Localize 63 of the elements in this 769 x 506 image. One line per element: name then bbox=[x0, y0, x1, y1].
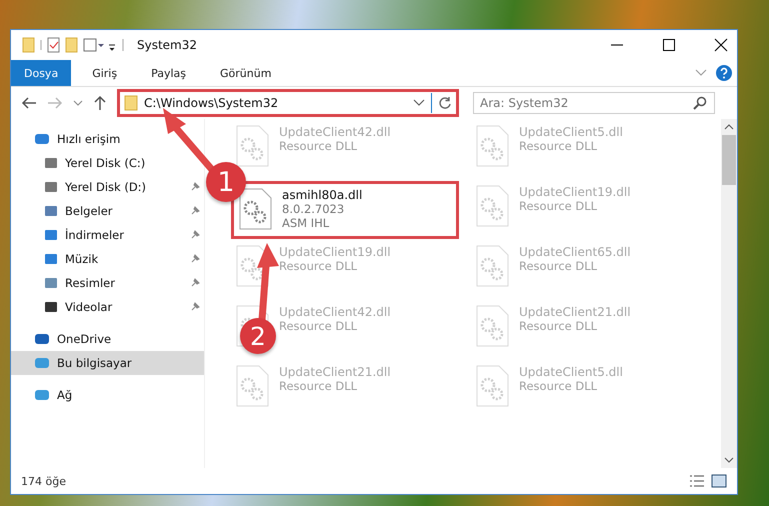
recent-locations-caret-icon[interactable] bbox=[73, 99, 83, 107]
dll-file-icon bbox=[475, 125, 509, 167]
close-icon[interactable] bbox=[713, 37, 729, 53]
sidebar-item[interactable]: Müzik bbox=[11, 247, 204, 271]
file-detail: Resource DLL bbox=[279, 379, 358, 393]
dll-file-icon bbox=[235, 125, 269, 167]
address-path: C:\Windows\System32 bbox=[144, 96, 280, 110]
sidebar-item[interactable]: Yerel Disk (C:) bbox=[11, 151, 204, 175]
window-title: System32 bbox=[137, 38, 198, 52]
up-arrow-icon[interactable] bbox=[93, 95, 107, 111]
sidebar-item[interactable]: Yerel Disk (D:) bbox=[11, 175, 204, 199]
dll-file-icon bbox=[475, 365, 509, 407]
search-icon[interactable] bbox=[693, 96, 707, 110]
file-detail: Resource DLL bbox=[519, 139, 598, 153]
ribbon-tab[interactable]: Görünüm bbox=[207, 60, 284, 86]
pin-icon[interactable] bbox=[190, 302, 200, 312]
scrollbar-thumb[interactable] bbox=[722, 135, 736, 185]
file-detail: ASM IHL bbox=[282, 216, 330, 230]
dll-file-icon bbox=[235, 365, 269, 407]
search-field[interactable]: Ara: System32 bbox=[473, 92, 715, 114]
pin-icon[interactable] bbox=[190, 254, 200, 264]
pin-icon[interactable] bbox=[190, 278, 200, 288]
file-detail: Resource DLL bbox=[519, 259, 598, 273]
file-detail: Resource DLL bbox=[519, 319, 598, 333]
sidebar-item[interactable]: Ağ bbox=[11, 383, 204, 407]
ribbon-tab[interactable]: Giriş bbox=[79, 60, 130, 86]
scroll-up-icon[interactable] bbox=[724, 123, 734, 131]
sidebar-item[interactable]: Resimler bbox=[11, 271, 204, 295]
address-bar[interactable]: C:\Windows\System32 bbox=[117, 89, 459, 117]
sidebar-item[interactable]: Belgeler bbox=[11, 199, 204, 223]
scrollbar[interactable] bbox=[721, 119, 737, 468]
sidebar-item[interactable]: OneDrive bbox=[11, 327, 204, 351]
refresh-icon[interactable] bbox=[438, 96, 452, 110]
folder-icon bbox=[124, 95, 138, 111]
item-count: 174 öğe bbox=[21, 474, 66, 488]
file-detail: Resource DLL bbox=[279, 139, 358, 153]
sidebar-item[interactable]: İndirmeler bbox=[11, 223, 204, 247]
large-icons-view-icon[interactable] bbox=[711, 474, 727, 488]
ribbon-tab[interactable]: Paylaş bbox=[138, 60, 199, 86]
dll-file-icon bbox=[238, 188, 272, 230]
ribbon-tab[interactable]: Dosya bbox=[11, 60, 72, 86]
details-view-icon[interactable] bbox=[689, 474, 705, 488]
back-arrow-icon[interactable] bbox=[21, 96, 37, 110]
file-detail: 8.0.2.7023 bbox=[282, 202, 346, 216]
dll-file-icon bbox=[475, 185, 509, 227]
dll-file-icon bbox=[475, 305, 509, 347]
file-name[interactable]: asmihl80a.dll bbox=[282, 188, 362, 202]
dropdown-caret-icon[interactable] bbox=[413, 98, 425, 108]
dll-file-icon bbox=[475, 245, 509, 287]
sidebar-item[interactable]: Videolar bbox=[11, 295, 204, 319]
scroll-down-icon[interactable] bbox=[724, 456, 734, 464]
file-detail: Resource DLL bbox=[519, 199, 598, 213]
pin-icon[interactable] bbox=[190, 206, 200, 216]
pin-icon[interactable] bbox=[190, 230, 200, 240]
sidebar-item[interactable]: Bu bilgisayar bbox=[11, 351, 204, 375]
file-detail: Resource DLL bbox=[279, 319, 358, 333]
expand-ribbon-icon[interactable] bbox=[695, 68, 707, 78]
pin-icon[interactable] bbox=[190, 182, 200, 192]
sidebar-item[interactable]: Hızlı erişim bbox=[11, 127, 204, 151]
file-detail: Resource DLL bbox=[279, 259, 358, 273]
maximize-icon[interactable] bbox=[661, 37, 677, 53]
help-icon[interactable] bbox=[715, 64, 733, 82]
file-detail: Resource DLL bbox=[519, 379, 598, 393]
